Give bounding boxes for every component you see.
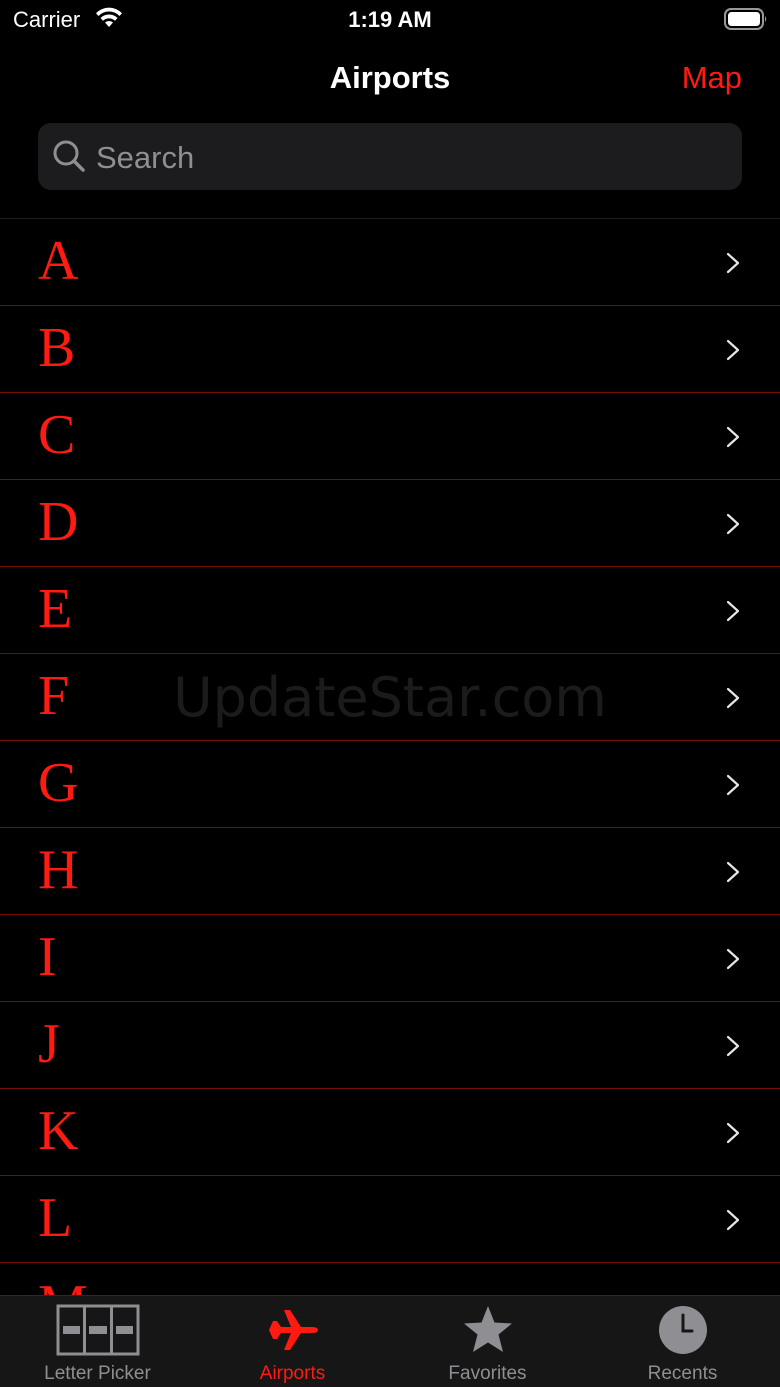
- row-letter: K: [38, 1100, 79, 1162]
- map-button[interactable]: Map: [682, 60, 742, 96]
- letter-list: A B C D E F G H I J K L: [0, 218, 780, 1296]
- list-item-l[interactable]: L: [0, 1176, 780, 1263]
- tab-letter-picker[interactable]: Letter Picker: [0, 1296, 195, 1387]
- search-icon: [53, 140, 85, 172]
- row-letter: H: [38, 839, 79, 901]
- row-letter: J: [38, 1013, 60, 1075]
- chevron-right-icon: [726, 600, 740, 622]
- list-item-d[interactable]: D: [0, 480, 780, 567]
- list-item-c[interactable]: C: [0, 393, 780, 480]
- chevron-right-icon: [726, 426, 740, 448]
- row-letter: G: [38, 752, 79, 814]
- list-item-h[interactable]: H: [0, 828, 780, 915]
- tab-label: Airports: [259, 1363, 326, 1384]
- page-title: Airports: [329, 60, 451, 95]
- row-letter: E: [38, 578, 73, 640]
- list-item-g[interactable]: G: [0, 741, 780, 828]
- list-item-f[interactable]: F: [0, 654, 780, 741]
- star-icon: [463, 1306, 512, 1352]
- chevron-right-icon: [726, 252, 740, 274]
- status-bar: Carrier 1:19 AM: [0, 0, 780, 40]
- chevron-right-icon: [726, 1122, 740, 1144]
- list-item-i[interactable]: I: [0, 915, 780, 1002]
- chevron-right-icon: [726, 1035, 740, 1057]
- chevron-right-icon: [726, 687, 740, 709]
- tab-favorites[interactable]: Favorites: [390, 1296, 585, 1387]
- battery-icon: [724, 8, 767, 30]
- tab-label: Recents: [647, 1363, 718, 1384]
- row-letter: B: [38, 317, 76, 379]
- chevron-right-icon: [726, 948, 740, 970]
- list-item-a[interactable]: A: [0, 219, 780, 306]
- search-input[interactable]: [94, 123, 728, 192]
- list-item-b[interactable]: B: [0, 306, 780, 393]
- tab-label: Letter Picker: [44, 1363, 151, 1384]
- airplane-icon: [268, 1310, 318, 1350]
- row-letter: I: [38, 926, 57, 988]
- row-letter: D: [38, 491, 79, 553]
- tab-bar: Letter Picker Airports Favorites Recents: [0, 1295, 780, 1387]
- row-letter: L: [38, 1187, 73, 1249]
- chevron-right-icon: [726, 1209, 740, 1231]
- tab-recents[interactable]: Recents: [585, 1296, 780, 1387]
- status-time: 1:19 AM: [348, 7, 432, 32]
- search-bar[interactable]: [38, 123, 742, 192]
- list-item-j[interactable]: J: [0, 1002, 780, 1089]
- tab-airports[interactable]: Airports: [195, 1296, 390, 1387]
- row-letter: A: [38, 230, 79, 292]
- chevron-right-icon: [726, 339, 740, 361]
- clock-icon: [658, 1306, 707, 1354]
- row-letter: C: [38, 404, 76, 466]
- list-item-m[interactable]: M: [0, 1263, 780, 1296]
- list-item-k[interactable]: K: [0, 1089, 780, 1176]
- row-letter: M: [38, 1269, 88, 1296]
- letter-picker-icon: [56, 1304, 139, 1356]
- list-item-e[interactable]: E: [0, 567, 780, 654]
- chevron-right-icon: [726, 774, 740, 796]
- tab-label: Favorites: [448, 1363, 527, 1384]
- chevron-right-icon: [726, 861, 740, 883]
- row-letter: F: [38, 665, 70, 727]
- chevron-right-icon: [726, 513, 740, 535]
